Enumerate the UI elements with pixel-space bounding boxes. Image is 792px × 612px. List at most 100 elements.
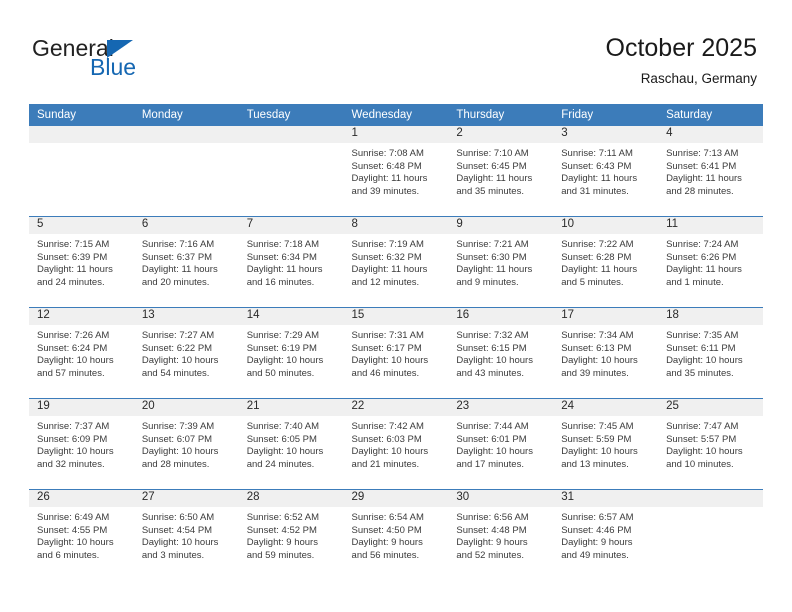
daylight-line-2: and 46 minutes. [351, 367, 420, 379]
calendar-day-cell-empty [658, 489, 763, 580]
day-number: 14 [238, 308, 344, 325]
sunrise-time: Sunrise: 6:54 AM [351, 512, 424, 523]
day-details: Sunrise: 7:15 AM Sunset: 6:39 PM Daylight:… [29, 234, 134, 289]
day-number [238, 126, 344, 143]
daylight-line-1: Daylight: 11 hours [456, 173, 533, 185]
daylight-line-1: Daylight: 9 hours [246, 537, 318, 549]
daylight-line-2: and 9 minutes. [456, 276, 519, 288]
daylight-line-2: and 56 minutes. [351, 549, 420, 561]
day-number: 30 [448, 490, 554, 507]
sunrise-time: Sunrise: 7:31 AM [351, 330, 424, 341]
calendar-day-cell[interactable]: 14 Sunrise: 7:29 AM Sunset: 6:19 PM Dayligh… [238, 307, 344, 399]
calendar-day-cell[interactable]: 15 Sunrise: 7:31 AM Sunset: 6:17 PM Dayligh… [343, 307, 449, 399]
sunset-time: Sunset: 6:15 PM [456, 342, 527, 354]
calendar-day-cell[interactable]: 4 Sunrise: 7:13 AM Sunset: 6:41 PM Daylight… [658, 126, 763, 217]
daylight-line-1: Daylight: 11 hours [246, 264, 323, 276]
calendar-day-cell[interactable]: 7 Sunrise: 7:18 AM Sunset: 6:34 PM Daylight… [238, 216, 344, 308]
day-details: Sunrise: 7:44 AM Sunset: 6:01 PM Daylight:… [448, 416, 553, 471]
day-details: Sunrise: 7:42 AM Sunset: 6:03 PM Daylight:… [344, 416, 449, 471]
day-details: Sunrise: 7:10 AM Sunset: 6:45 PM Daylight:… [448, 143, 553, 198]
sunrise-time: Sunrise: 7:29 AM [246, 330, 320, 341]
sunset-time: Sunset: 6:01 PM [456, 433, 527, 445]
calendar-day-cell[interactable]: 12 Sunrise: 7:26 AM Sunset: 6:24 PM Dayligh… [29, 307, 134, 399]
day-details: Sunrise: 7:40 AM Sunset: 6:05 PM Daylight:… [239, 416, 344, 471]
calendar-day-cell[interactable]: 26 Sunrise: 6:49 AM Sunset: 4:55 PM Dayligh… [29, 489, 134, 580]
day-number: 29 [343, 490, 449, 507]
calendar-day-cell[interactable]: 2 Sunrise: 7:10 AM Sunset: 6:45 PM Daylight… [448, 126, 554, 217]
sunset-time: Sunset: 6:45 PM [456, 160, 527, 172]
calendar-day-cell-empty [238, 126, 344, 217]
calendar-day-cell[interactable]: 24 Sunrise: 7:45 AM Sunset: 5:59 PM Dayligh… [553, 398, 659, 490]
calendar-day-cell[interactable]: 30 Sunrise: 6:56 AM Sunset: 4:48 PM Dayligh… [448, 489, 554, 580]
daylight-line-2: and 31 minutes. [561, 185, 629, 197]
daylight-line-2: and 24 minutes. [37, 276, 105, 288]
calendar-day-cell[interactable]: 25 Sunrise: 7:47 AM Sunset: 5:57 PM Dayligh… [658, 398, 763, 490]
daylight-line-2: and 16 minutes. [246, 276, 315, 288]
daylight-line-2: and 12 minutes. [351, 276, 420, 288]
calendar-day-cell[interactable]: 13 Sunrise: 7:27 AM Sunset: 6:22 PM Dayligh… [133, 307, 239, 399]
sunset-time: Sunset: 6:19 PM [246, 342, 317, 354]
sunset-time: Sunset: 6:17 PM [351, 342, 422, 354]
calendar-day-cell-empty [133, 126, 239, 217]
sunrise-time: Sunrise: 7:32 AM [456, 330, 529, 341]
daylight-line-2: and 13 minutes. [561, 458, 629, 470]
daylight-line-1: Daylight: 11 hours [561, 173, 638, 185]
daylight-line-1: Daylight: 11 hours [561, 264, 638, 276]
calendar-day-cell[interactable]: 1 Sunrise: 7:08 AM Sunset: 6:48 PM Daylight… [343, 126, 449, 217]
calendar-day-cell[interactable]: 28 Sunrise: 6:52 AM Sunset: 4:52 PM Dayligh… [238, 489, 344, 580]
calendar-day-cell[interactable]: 22 Sunrise: 7:42 AM Sunset: 6:03 PM Dayligh… [343, 398, 449, 490]
calendar-day-cell[interactable]: 18 Sunrise: 7:35 AM Sunset: 6:11 PM Dayligh… [658, 307, 763, 399]
sunset-time: Sunset: 6:22 PM [141, 342, 213, 354]
day-number: 8 [343, 217, 449, 234]
daylight-line-1: Daylight: 10 hours [246, 446, 324, 458]
daylight-line-1: Daylight: 10 hours [666, 355, 743, 367]
day-details: Sunrise: 6:49 AM Sunset: 4:55 PM Daylight:… [29, 507, 134, 562]
day-details: Sunrise: 7:19 AM Sunset: 6:32 PM Daylight:… [344, 234, 449, 289]
calendar-day-cell[interactable]: 16 Sunrise: 7:32 AM Sunset: 6:15 PM Dayligh… [448, 307, 554, 399]
page-header: General Blue October 2025 Raschau, Germa… [0, 0, 792, 104]
daylight-line-2: and 49 minutes. [561, 549, 629, 561]
weekday-header-friday: Friday [553, 104, 659, 126]
calendar-day-cell[interactable]: 5 Sunrise: 7:15 AM Sunset: 6:39 PM Daylight… [29, 216, 134, 308]
calendar-day-cell[interactable]: 6 Sunrise: 7:16 AM Sunset: 6:37 PM Daylight… [133, 216, 239, 308]
calendar-day-cell[interactable]: 23 Sunrise: 7:44 AM Sunset: 6:01 PM Dayligh… [448, 398, 554, 490]
sunset-time: Sunset: 6:30 PM [456, 251, 527, 263]
daylight-line-2: and 35 minutes. [666, 367, 734, 379]
day-number: 31 [553, 490, 659, 507]
calendar-day-cell[interactable]: 27 Sunrise: 6:50 AM Sunset: 4:54 PM Dayligh… [133, 489, 239, 580]
day-details: Sunrise: 6:50 AM Sunset: 4:54 PM Daylight:… [134, 507, 239, 562]
sunset-time: Sunset: 6:28 PM [561, 251, 632, 263]
day-details: Sunrise: 7:08 AM Sunset: 6:48 PM Daylight:… [344, 143, 449, 198]
day-details: Sunrise: 7:32 AM Sunset: 6:15 PM Daylight:… [448, 325, 553, 380]
daylight-line-1: Daylight: 10 hours [666, 446, 743, 458]
general-blue-logo[interactable]: General Blue [32, 37, 212, 89]
calendar-day-cell[interactable]: 9 Sunrise: 7:21 AM Sunset: 6:30 PM Daylight… [448, 216, 554, 308]
calendar-day-cell[interactable]: 11 Sunrise: 7:24 AM Sunset: 6:26 PM Dayligh… [658, 216, 763, 308]
calendar-day-cell[interactable]: 8 Sunrise: 7:19 AM Sunset: 6:32 PM Daylight… [343, 216, 449, 308]
sunset-time: Sunset: 4:54 PM [141, 524, 213, 536]
sunrise-time: Sunrise: 7:34 AM [561, 330, 634, 341]
sunrise-time: Sunrise: 7:19 AM [351, 239, 424, 250]
calendar-day-cell[interactable]: 20 Sunrise: 7:39 AM Sunset: 6:07 PM Dayligh… [133, 398, 239, 490]
calendar-day-cell[interactable]: 29 Sunrise: 6:54 AM Sunset: 4:50 PM Dayligh… [343, 489, 449, 580]
calendar-week-row: 1 Sunrise: 7:08 AM Sunset: 6:48 PM Daylight… [29, 126, 763, 217]
sunrise-time: Sunrise: 7:37 AM [37, 421, 110, 432]
sunrise-time: Sunrise: 7:27 AM [141, 330, 215, 341]
calendar-day-cell[interactable]: 10 Sunrise: 7:22 AM Sunset: 6:28 PM Dayligh… [553, 216, 659, 308]
calendar-week-row: 12 Sunrise: 7:26 AM Sunset: 6:24 PM Dayligh… [29, 307, 763, 399]
sunset-time: Sunset: 4:50 PM [351, 524, 422, 536]
day-details: Sunrise: 7:45 AM Sunset: 5:59 PM Daylight:… [553, 416, 658, 471]
sunrise-time: Sunrise: 7:21 AM [456, 239, 529, 250]
calendar-day-cell[interactable]: 3 Sunrise: 7:11 AM Sunset: 6:43 PM Daylight… [553, 126, 659, 217]
sunrise-time: Sunrise: 7:35 AM [666, 330, 739, 341]
calendar-day-cell[interactable]: 17 Sunrise: 7:34 AM Sunset: 6:13 PM Dayligh… [553, 307, 659, 399]
calendar-day-cell[interactable]: 31 Sunrise: 6:57 AM Sunset: 4:46 PM Dayligh… [553, 489, 659, 580]
day-details: Sunrise: 7:29 AM Sunset: 6:19 PM Daylight:… [239, 325, 344, 380]
daylight-line-2: and 28 minutes. [666, 185, 734, 197]
day-number: 12 [29, 308, 134, 325]
weekday-header-sunday: Sunday [29, 104, 134, 126]
calendar-day-cell[interactable]: 19 Sunrise: 7:37 AM Sunset: 6:09 PM Dayligh… [29, 398, 134, 490]
sunset-time: Sunset: 6:37 PM [141, 251, 213, 263]
calendar-day-cell[interactable]: 21 Sunrise: 7:40 AM Sunset: 6:05 PM Dayligh… [238, 398, 344, 490]
day-number [658, 490, 763, 507]
